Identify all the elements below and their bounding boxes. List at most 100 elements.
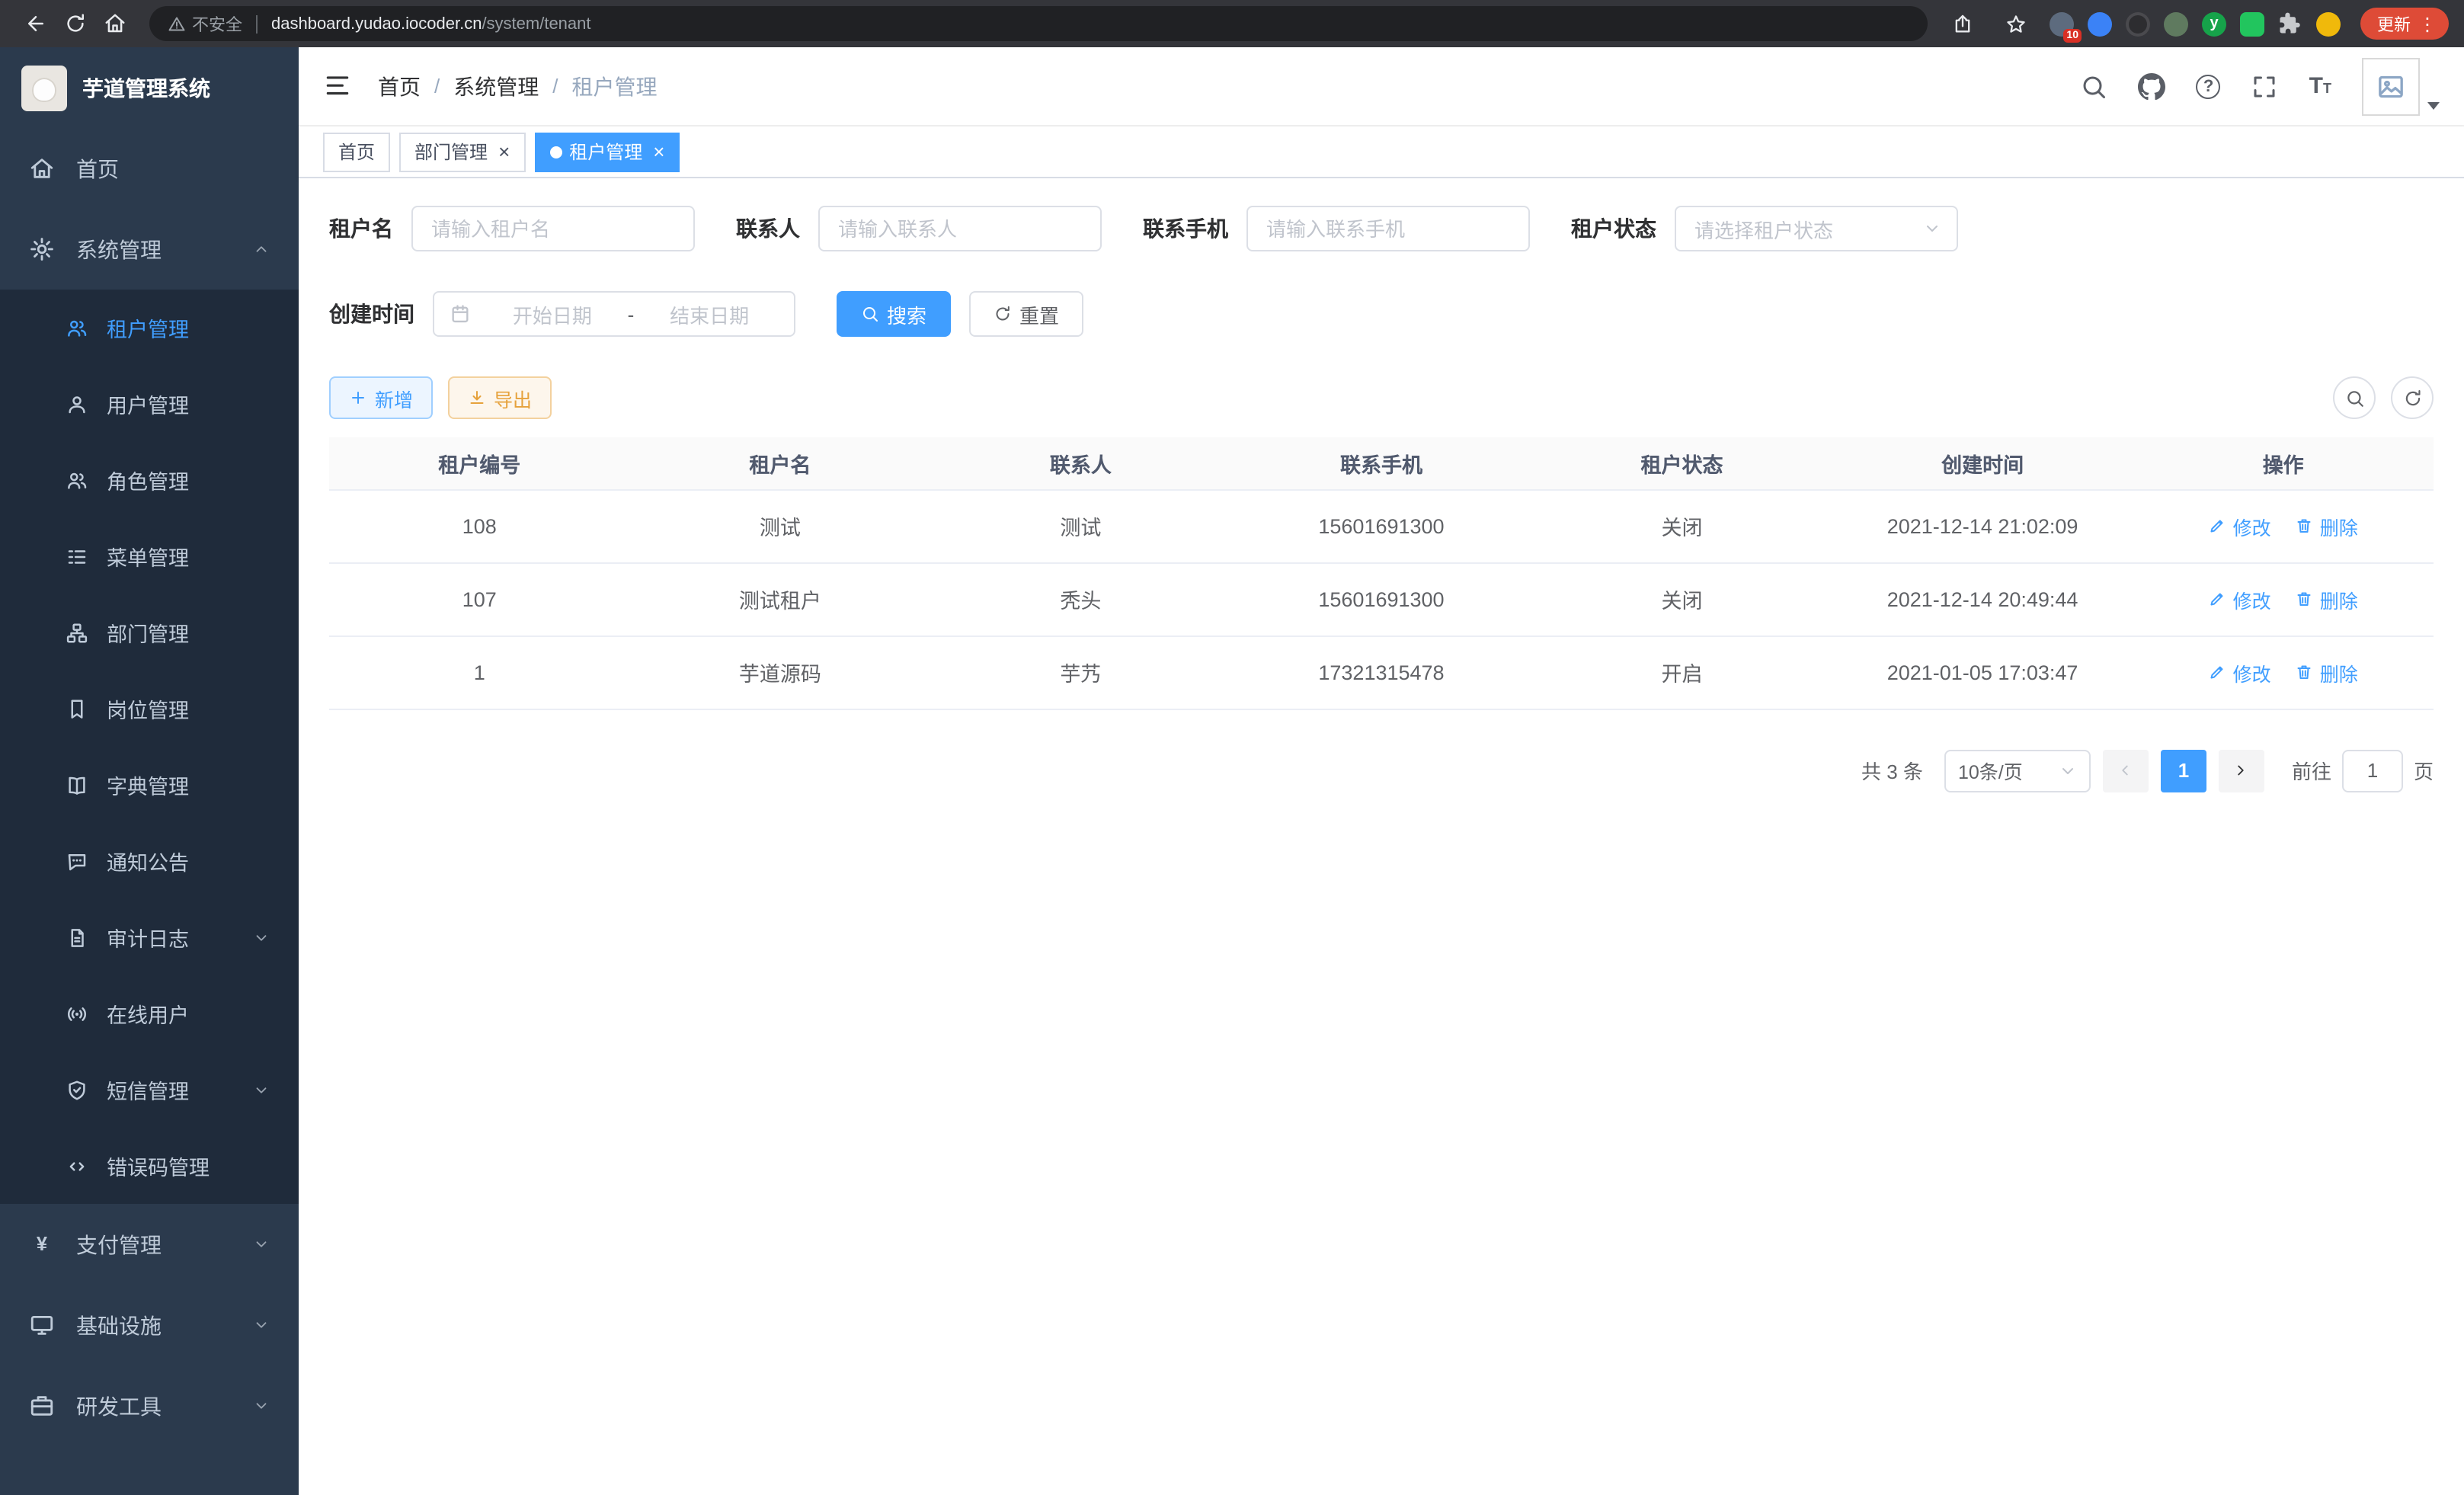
update-label: 更新 (2377, 11, 2411, 36)
next-page-button[interactable] (2219, 749, 2264, 792)
close-icon[interactable]: × (498, 142, 510, 162)
sidebar-item-tenant[interactable]: 租户管理 (0, 290, 299, 366)
search-icon[interactable] (2081, 72, 2108, 100)
sidebar-item-user[interactable]: 用户管理 (0, 366, 299, 442)
page-number-1[interactable]: 1 (2161, 749, 2206, 792)
breadcrumb-system[interactable]: 系统管理 (453, 71, 539, 101)
sidebar-item-home[interactable]: 首页 (0, 128, 299, 209)
sidebar-item-system[interactable]: 系统管理 (0, 209, 299, 290)
tab-home[interactable]: 首页 (323, 132, 390, 171)
tab-dept[interactable]: 部门管理× (399, 132, 525, 171)
column-header: 租户编号 (329, 437, 630, 489)
phone-input[interactable] (1246, 206, 1530, 251)
sidebar-item-notice[interactable]: 通知公告 (0, 823, 299, 899)
goto-page-input[interactable] (2342, 749, 2403, 792)
avatar (2362, 57, 2420, 115)
cell-created: 2021-01-05 17:03:47 (1832, 635, 2133, 709)
sidebar-item-pay[interactable]: ¥ 支付管理 (0, 1204, 299, 1285)
tab-tenant[interactable]: 租户管理× (534, 132, 680, 171)
toggle-search-button[interactable] (2333, 376, 2376, 419)
cell-status: 开启 (1531, 635, 1832, 709)
reset-button[interactable]: 重置 (969, 291, 1083, 337)
user-menu[interactable] (2362, 57, 2440, 115)
sidebar-item-infra[interactable]: 基础设施 (0, 1285, 299, 1365)
user-icon (66, 392, 88, 415)
help-icon[interactable]: ? (2197, 74, 2221, 98)
browser-home-button[interactable] (94, 4, 134, 43)
contact-input[interactable] (818, 206, 1102, 251)
cell-phone: 15601691300 (1231, 562, 1532, 635)
plus-icon (349, 389, 367, 407)
sidebar-item-label: 菜单管理 (107, 541, 189, 571)
extension-icon[interactable]: 10 (2050, 11, 2074, 36)
refresh-table-button[interactable] (2391, 376, 2434, 419)
edit-icon (2209, 590, 2227, 608)
filter-status: 租户状态 请选择租户状态 (1571, 206, 1958, 251)
browser-refresh-button[interactable] (55, 4, 94, 43)
profile-avatar[interactable] (2316, 11, 2341, 36)
url-domain: dashboard.yudao.iocoder.cn (271, 14, 482, 33)
bookmark-star-button[interactable] (1996, 4, 2036, 43)
share-button[interactable] (1943, 4, 1982, 43)
sidebar-item-menu[interactable]: 菜单管理 (0, 518, 299, 594)
pay-icon: ¥ (29, 1231, 55, 1257)
puzzle-icon (2278, 11, 2301, 34)
edit-button[interactable]: 修改 (2209, 511, 2271, 540)
app-title: 芋道管理系统 (82, 72, 210, 103)
goto-page: 前往 页 (2292, 749, 2434, 792)
cell-id: 108 (329, 489, 630, 562)
search-button[interactable]: 搜索 (837, 291, 951, 337)
font-size-icon[interactable]: TT (2309, 75, 2331, 98)
prev-page-button[interactable] (2103, 749, 2149, 792)
sidebar-item-label: 支付管理 (76, 1229, 162, 1260)
delete-button[interactable]: 删除 (2296, 658, 2358, 687)
sidebar-item-label: 基础设施 (76, 1310, 162, 1340)
sidebar-item-dept[interactable]: 部门管理 (0, 594, 299, 671)
sidebar-item-dev-tools[interactable]: 研发工具 (0, 1365, 299, 1446)
sidebar-toggle-button[interactable] (323, 72, 352, 101)
security-status[interactable]: 不安全 (168, 11, 242, 36)
browser-back-button[interactable] (15, 4, 55, 43)
tree-icon (66, 621, 88, 644)
trash-icon (2296, 590, 2314, 608)
edit-button[interactable]: 修改 (2209, 658, 2271, 687)
sidebar-item-sms[interactable]: 短信管理 (0, 1052, 299, 1128)
sidebar-item-online-user[interactable]: 在线用户 (0, 975, 299, 1052)
sidebar-item-role[interactable]: 角色管理 (0, 442, 299, 518)
cell-contact: 芋艿 (930, 635, 1231, 709)
delete-button[interactable]: 删除 (2296, 511, 2358, 540)
cell-contact: 测试 (930, 489, 1231, 562)
sidebar-item-audit-log[interactable]: 审计日志 (0, 899, 299, 975)
sidebar-item-label: 部门管理 (107, 617, 189, 648)
export-button[interactable]: 导出 (448, 376, 552, 419)
edit-button[interactable]: 修改 (2209, 584, 2271, 613)
column-header: 租户状态 (1531, 437, 1832, 489)
calendar-icon (450, 303, 471, 325)
extension-icon[interactable]: y (2202, 11, 2226, 36)
browser-update-button[interactable]: 更新 ⋮ (2360, 8, 2449, 40)
sidebar-item-dict[interactable]: 字典管理 (0, 747, 299, 823)
extension-icon[interactable] (2240, 11, 2264, 36)
date-range-picker[interactable]: 开始日期 - 结束日期 (433, 291, 795, 337)
extension-icon[interactable] (2126, 11, 2150, 36)
fullscreen-icon[interactable] (2251, 72, 2279, 100)
tenant-name-input[interactable] (411, 206, 695, 251)
address-bar[interactable]: 不安全 dashboard.yudao.iocoder.cn/system/te… (149, 6, 1928, 41)
close-icon[interactable]: × (653, 142, 664, 162)
breadcrumb-home[interactable]: 首页 (378, 71, 421, 101)
github-icon[interactable] (2139, 72, 2166, 100)
delete-button[interactable]: 删除 (2296, 584, 2358, 613)
extension-icon[interactable] (2088, 11, 2112, 36)
add-button[interactable]: 新增 (329, 376, 433, 419)
sidebar-item-error-code[interactable]: 错误码管理 (0, 1128, 299, 1204)
sidebar-item-label: 首页 (76, 153, 119, 184)
extensions-puzzle-icon[interactable] (2278, 11, 2302, 36)
chevron-down-icon (253, 1397, 270, 1414)
app-logo[interactable]: 芋道管理系统 (0, 47, 299, 128)
table-row: 108测试测试15601691300关闭2021-12-14 21:02:09修… (329, 489, 2434, 562)
sidebar-item-post[interactable]: 岗位管理 (0, 671, 299, 747)
chevron-down-icon (253, 1236, 270, 1253)
tenant-status-select[interactable]: 请选择租户状态 (1675, 206, 1958, 251)
page-size-select[interactable]: 10条/页 (1944, 749, 2091, 792)
extension-icon[interactable] (2164, 11, 2188, 36)
